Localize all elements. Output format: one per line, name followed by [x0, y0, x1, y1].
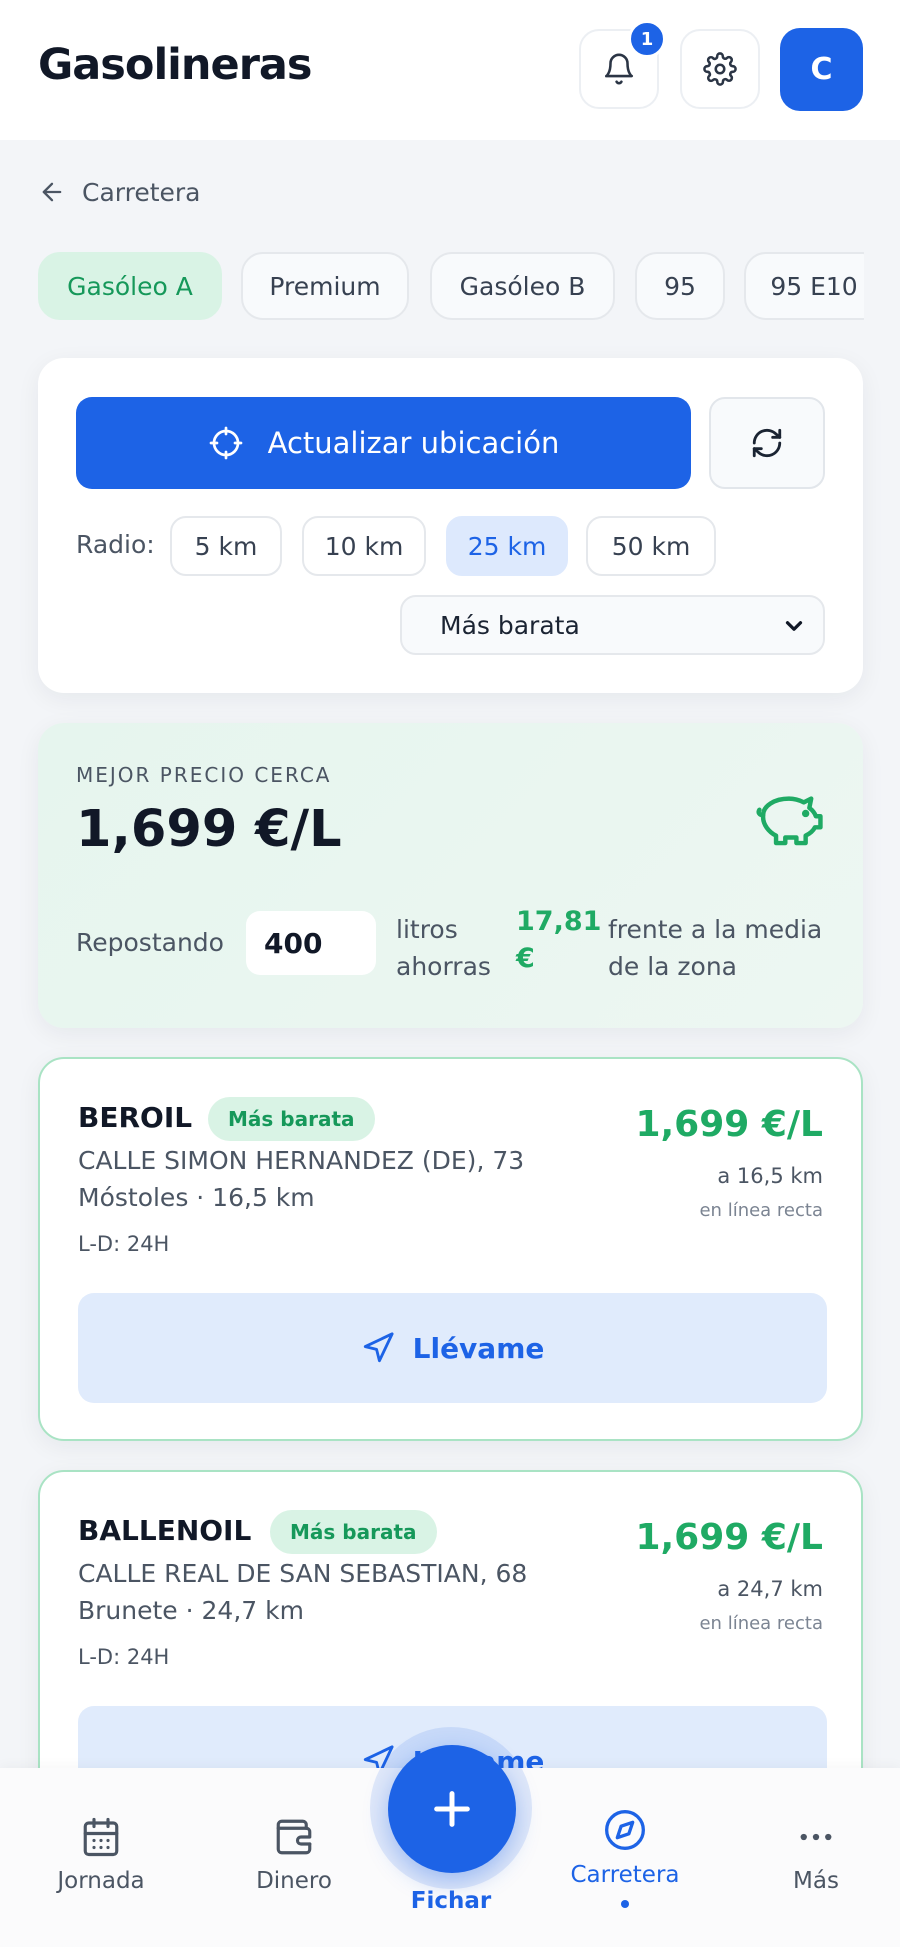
navigate-label: Llévame: [412, 1331, 545, 1365]
piggy-bank-icon: [756, 796, 823, 846]
station-hours: L-D: 24H: [78, 1645, 170, 1669]
savings-value: 17,81 €: [516, 906, 602, 974]
breadcrumb-label: Carretera: [82, 177, 201, 207]
breadcrumb[interactable]: Carretera: [38, 174, 201, 210]
crosshair-icon: [209, 426, 242, 460]
more-dots-icon: [800, 1833, 832, 1841]
station-city: Brunete · 24,7 km: [78, 1596, 304, 1625]
page-title: Gasolineras: [38, 40, 313, 90]
fuel-chip-gasoleo-a[interactable]: Gasóleo A: [38, 252, 222, 320]
active-indicator-dot: [621, 1900, 629, 1908]
notification-badge: 1: [628, 20, 666, 58]
cheapest-badge: Más barata: [208, 1097, 375, 1141]
station-card[interactable]: BEROIL Más barata CALLE SIMON HERNANDEZ …: [38, 1057, 863, 1441]
navigate-button[interactable]: Llévame: [78, 1293, 827, 1403]
station-city: Móstoles · 16,5 km: [78, 1183, 315, 1212]
settings-button[interactable]: [680, 29, 760, 109]
station-address: CALLE REAL DE SAN SEBASTIAN, 68: [78, 1559, 528, 1588]
station-name: BALLENOIL: [78, 1514, 252, 1547]
radius-option-5[interactable]: 5 km: [170, 516, 282, 576]
nav-item-mas[interactable]: Más: [741, 1816, 891, 1894]
app-header: Gasolineras 1 C: [0, 0, 900, 140]
savings-compare-label: frente a la media de la zona: [608, 915, 823, 981]
sort-select[interactable]: Más barata: [400, 595, 825, 655]
compass-icon: [605, 1810, 645, 1850]
nav-label: Carretera: [570, 1862, 680, 1888]
station-price: 1,699 €/L: [635, 1517, 823, 1558]
wallet-icon: [276, 1819, 312, 1855]
fichar-button[interactable]: [388, 1745, 516, 1873]
station-address: CALLE SIMON HERNANDEZ (DE), 73: [78, 1146, 525, 1175]
arrow-left-icon: [42, 182, 62, 202]
refresh-icon: [752, 428, 782, 458]
repostando-label: Repostando: [76, 928, 224, 957]
station-hours: L-D: 24H: [78, 1232, 170, 1256]
radius-option-50[interactable]: 50 km: [586, 516, 716, 576]
best-price-value: 1,699 €/L: [76, 800, 342, 859]
plus-icon: [434, 1791, 470, 1827]
nav-item-carretera[interactable]: Carretera: [550, 1808, 700, 1908]
fuel-chip-95[interactable]: 95: [635, 252, 725, 320]
chevron-down-icon: [785, 621, 803, 631]
location-card: Actualizar ubicación Radio: 5 km 10 km 2…: [38, 358, 863, 693]
station-name: BEROIL: [78, 1101, 193, 1134]
radius-option-25[interactable]: 25 km: [446, 516, 568, 576]
update-location-label: Actualizar ubicación: [267, 426, 560, 460]
best-price-label: MEJOR PRECIO CERCA: [76, 763, 332, 787]
liters-label: litros ahorras: [396, 915, 491, 981]
fuel-chip-gasoleo-b[interactable]: Gasóleo B: [430, 252, 615, 320]
station-distance: a 16,5 km: [717, 1164, 823, 1188]
sort-selected-value: Más barata: [440, 610, 580, 640]
fichar-label: Fichar: [410, 1888, 492, 1914]
nav-item-jornada[interactable]: Jornada: [26, 1816, 176, 1894]
bell-icon: [604, 53, 634, 85]
nav-label: Dinero: [256, 1868, 332, 1894]
radius-option-10[interactable]: 10 km: [302, 516, 426, 576]
gear-icon: [703, 52, 737, 86]
best-price-card: MEJOR PRECIO CERCA 1,699 €/L Repostando …: [38, 723, 863, 1028]
nav-item-dinero[interactable]: Dinero: [219, 1816, 369, 1894]
calendar-icon: [83, 1817, 119, 1857]
navigation-arrow-icon: [363, 1332, 394, 1363]
liters-input[interactable]: [246, 911, 376, 975]
station-price: 1,699 €/L: [635, 1104, 823, 1145]
update-location-button[interactable]: Actualizar ubicación: [76, 397, 691, 489]
nav-label: Jornada: [57, 1868, 145, 1894]
fuel-type-chips: Gasóleo A Premium Gasóleo B 95 95 E10: [38, 252, 864, 320]
avatar[interactable]: C: [780, 28, 863, 111]
radius-label: Radio:: [76, 530, 155, 559]
fuel-chip-premium[interactable]: Premium: [241, 252, 409, 320]
cheapest-badge: Más barata: [270, 1510, 437, 1554]
refresh-button[interactable]: [709, 397, 825, 489]
fuel-chip-95-e10[interactable]: 95 E10: [744, 252, 864, 320]
nav-label: Más: [793, 1868, 839, 1894]
station-distance-note: en línea recta: [699, 1613, 823, 1634]
station-distance-note: en línea recta: [699, 1200, 823, 1221]
station-distance: a 24,7 km: [717, 1577, 823, 1601]
